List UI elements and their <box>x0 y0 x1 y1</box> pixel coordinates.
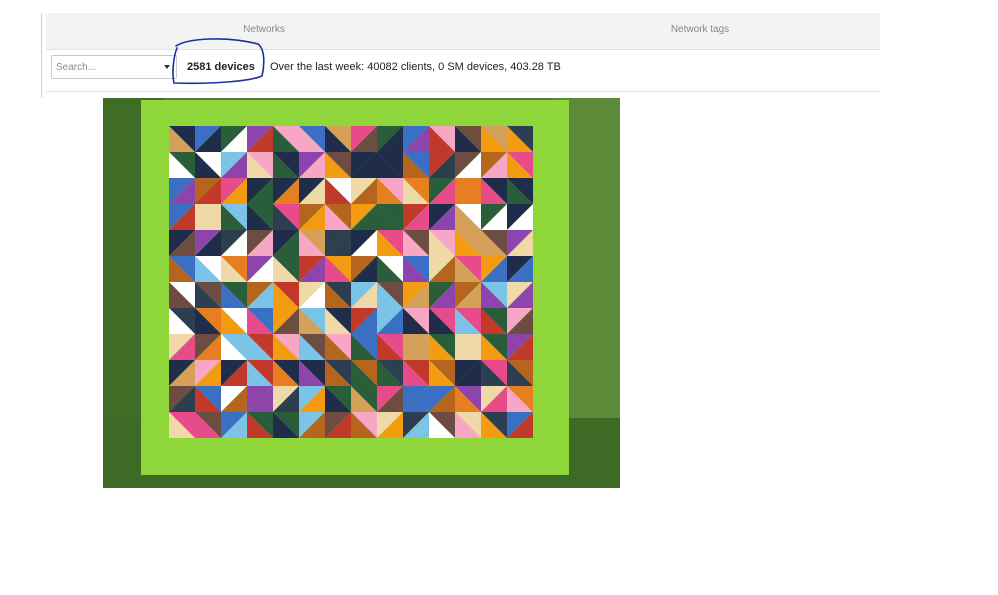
page-left-border <box>41 13 42 98</box>
search-dropdown[interactable] <box>51 55 177 79</box>
search-input[interactable] <box>56 58 156 76</box>
quilt-photo <box>103 98 620 488</box>
weekly-usage-summary: Over the last week: 40082 clients, 0 SM … <box>270 61 561 73</box>
patchwork-grid <box>169 126 533 438</box>
network-tags-column-header[interactable]: Network tags <box>482 13 918 49</box>
hand-drawn-annotation-circle <box>172 38 265 85</box>
